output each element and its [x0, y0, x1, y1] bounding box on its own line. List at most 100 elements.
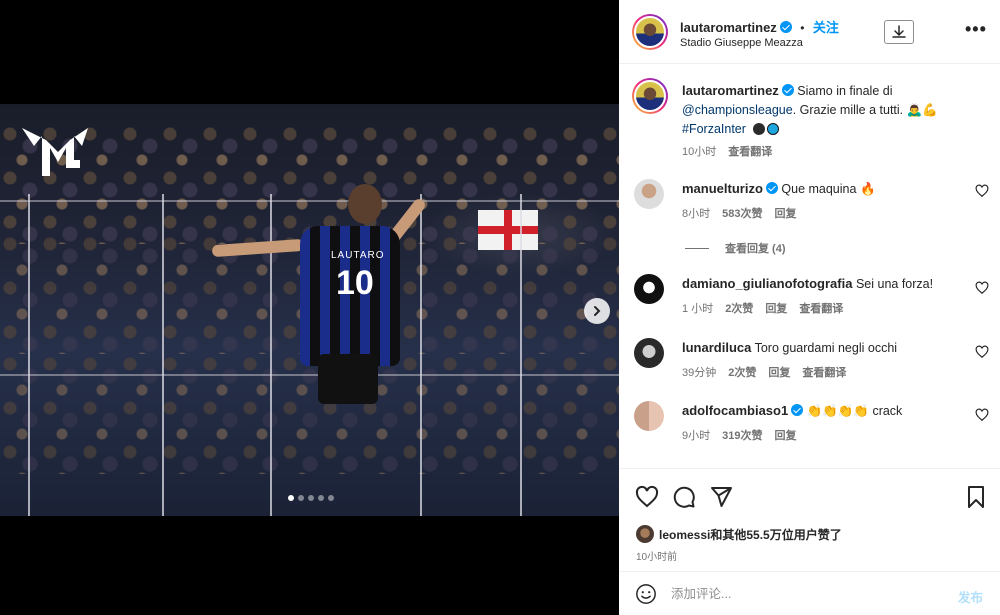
player-head: [348, 184, 382, 224]
caption-time: 10小时: [682, 146, 717, 158]
translate-link[interactable]: 查看翻译: [802, 364, 846, 380]
comment-time: 39分钟: [682, 367, 717, 379]
comment-avatar[interactable]: [634, 179, 664, 209]
replies-divider: [685, 247, 709, 249]
comment-composer: 发布: [619, 571, 1000, 615]
comment-like-icon[interactable]: [975, 345, 989, 359]
carousel-dot: [298, 495, 304, 501]
download-icon: [892, 25, 906, 38]
author-row: lautaromartinez • 关注: [680, 17, 839, 37]
blue-circle-icon: [767, 123, 780, 135]
comment-like-icon[interactable]: [975, 281, 989, 295]
comment-icon[interactable]: [672, 485, 696, 509]
jersey-name: LAUTARO: [331, 250, 385, 261]
author-username[interactable]: lautaromartinez: [680, 20, 777, 35]
view-replies-button[interactable]: 查看回复 (4): [685, 240, 786, 256]
jersey-number: 10: [336, 264, 374, 302]
comment-avatar[interactable]: [634, 338, 664, 368]
comment-input[interactable]: [671, 584, 941, 604]
comment-likes[interactable]: 583次赞: [722, 205, 762, 221]
likes-summary[interactable]: leomessi和其他55.5万位用户赞了: [636, 525, 842, 543]
comment-likes[interactable]: 2次赞: [725, 300, 753, 316]
crowd-front: [0, 354, 619, 474]
post-header: lautaromartinez • 关注 Stadio Giuseppe Mea…: [619, 0, 1000, 64]
carousel-dot: [328, 495, 334, 501]
comment-likes[interactable]: 319次赞: [722, 427, 762, 443]
lm-logo: [22, 128, 88, 176]
emoji-icon[interactable]: [635, 583, 657, 605]
liker-avatar: [636, 525, 654, 543]
post-side-panel: lautaromartinez • 关注 Stadio Giuseppe Mea…: [619, 0, 1000, 615]
translate-link[interactable]: 查看翻译: [728, 143, 772, 159]
verified-icon: [781, 84, 794, 96]
comment-username[interactable]: manuelturizo: [682, 181, 763, 196]
carousel-dot: [308, 495, 314, 501]
comment-meta: 9小时 319次赞 回复: [682, 427, 796, 443]
comment-time: 1 小时: [682, 303, 714, 315]
post-time: 10小时前: [636, 552, 678, 563]
comment-text-row: lunardiluca Toro guardami negli occhi: [682, 338, 972, 358]
comment-meta: 39分钟 2次赞 回复 查看翻译: [682, 364, 846, 380]
save-bookmark-icon[interactable]: [964, 485, 988, 509]
post-comment-button[interactable]: 发布: [958, 587, 983, 606]
comment-text-row: damiano_giulianofotografia Sei una forza…: [682, 274, 972, 294]
reply-button[interactable]: 回复: [765, 300, 787, 316]
comment-text-row: adolfocambiaso1 👏👏👏👏 crack: [682, 401, 972, 421]
comment-text: Toro guardami negli occhi: [754, 341, 898, 355]
like-icon[interactable]: [635, 485, 659, 509]
comment-username[interactable]: lunardiluca: [682, 340, 751, 355]
comment-like-icon[interactable]: [975, 184, 989, 198]
carousel-next-button[interactable]: [584, 298, 610, 324]
carousel-dot-active: [288, 495, 294, 501]
comment-username[interactable]: damiano_giulianofotografia: [682, 276, 852, 291]
glass-post: [420, 194, 422, 516]
caption-username[interactable]: lautaromartinez: [682, 83, 779, 98]
verified-icon: [791, 404, 804, 416]
fire-icon: 🔥: [859, 182, 876, 196]
carousel-indicator: [288, 495, 334, 501]
more-options-button[interactable]: •••: [965, 20, 987, 38]
glass-post: [520, 194, 522, 516]
caption-text-part2: . Grazie mille a tutti.: [792, 103, 904, 117]
verified-icon: [765, 182, 778, 194]
share-icon[interactable]: [709, 485, 733, 509]
glass-rail-top: [0, 200, 619, 202]
post-location[interactable]: Stadio Giuseppe Meazza: [680, 37, 803, 49]
caption-avatar[interactable]: [632, 78, 668, 114]
black-circle-icon: [753, 123, 766, 135]
post-media-pane: LAUTARO 10: [0, 0, 619, 615]
carousel-dot: [318, 495, 324, 501]
comment-time: 8小时: [682, 208, 711, 220]
comment-avatar[interactable]: [634, 274, 664, 304]
comment-meta: 1 小时 2次赞 回复 查看翻译: [682, 300, 843, 316]
emoji-icon: 🙇‍♂️💪: [906, 103, 938, 117]
caption-meta: 10小时 查看翻译: [682, 143, 772, 159]
translate-link[interactable]: 查看翻译: [799, 300, 843, 316]
comment-time: 9小时: [682, 430, 711, 442]
comment-text: Que maquina: [781, 182, 857, 196]
mention-link[interactable]: @championsleague: [682, 103, 793, 117]
comment-avatar[interactable]: [634, 401, 664, 431]
download-button[interactable]: [884, 20, 914, 44]
follow-button[interactable]: 关注: [813, 20, 839, 35]
glass-rail-mid: [0, 374, 619, 376]
comment-text: crack: [872, 404, 903, 418]
player-shorts: [318, 354, 378, 404]
england-flag: [478, 210, 538, 250]
comment-text-row: manuelturizo Que maquina 🔥: [682, 179, 972, 199]
verified-icon: [779, 21, 792, 33]
comment-like-icon[interactable]: [975, 408, 989, 422]
comment-likes[interactable]: 2次赞: [728, 364, 756, 380]
clap-icons: 👏👏👏👏: [806, 404, 869, 418]
comments-list[interactable]: lautaromartinez Siamo in finale di @cham…: [619, 65, 1000, 467]
post-photo[interactable]: LAUTARO 10: [0, 104, 619, 516]
glass-post: [162, 194, 164, 516]
reply-button[interactable]: 回复: [774, 427, 796, 443]
hashtag-link[interactable]: #ForzaInter: [682, 122, 746, 136]
author-avatar[interactable]: [632, 14, 668, 50]
post-actions: leomessi和其他55.5万位用户赞了 10小时前: [619, 468, 1000, 570]
reply-button[interactable]: 回复: [768, 364, 790, 380]
reply-button[interactable]: 回复: [774, 205, 796, 221]
comment-username[interactable]: adolfocambiaso1: [682, 403, 788, 418]
chevron-right-icon: [594, 306, 601, 316]
